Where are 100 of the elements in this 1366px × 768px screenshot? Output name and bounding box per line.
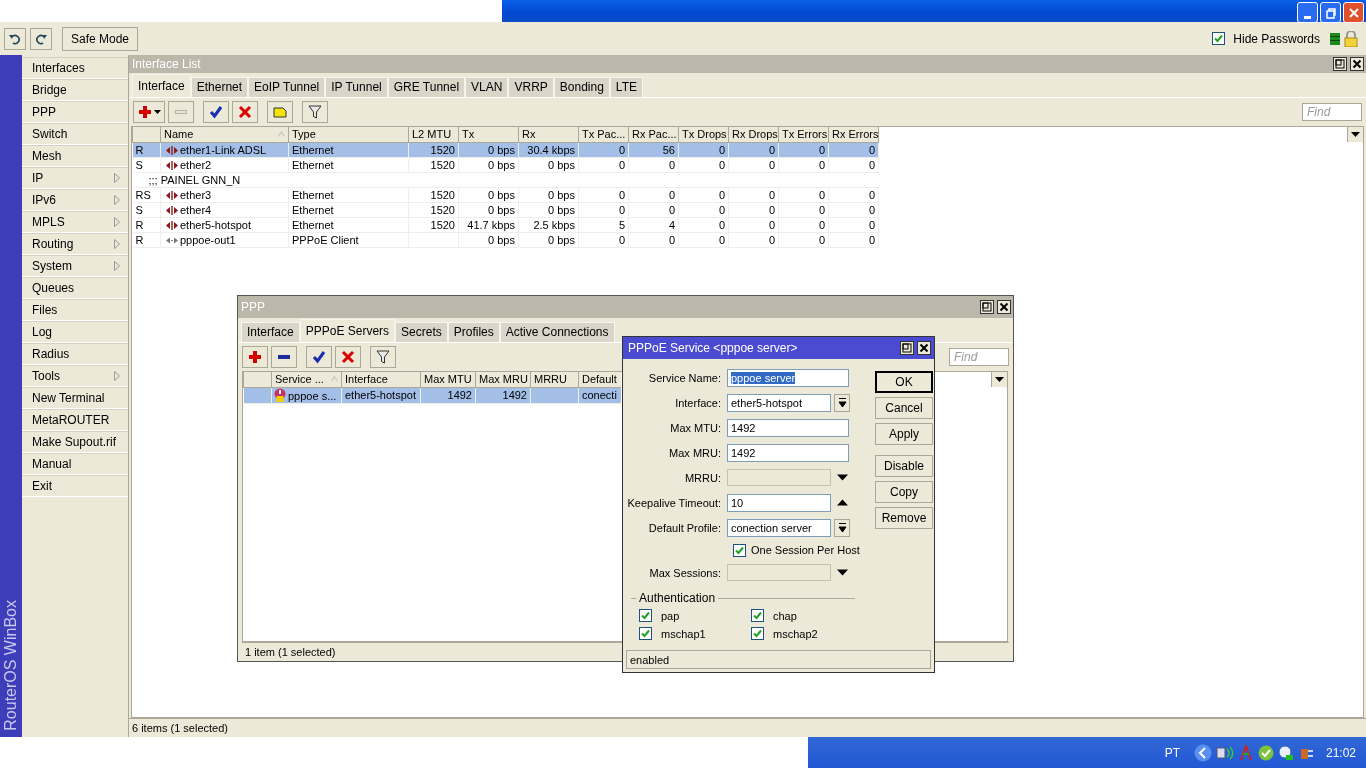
- down-arrow-bar-icon[interactable]: [837, 397, 847, 408]
- dialog-button[interactable]: Remove: [875, 507, 933, 529]
- add-button[interactable]: [242, 346, 268, 368]
- menu-item[interactable]: PPP: [22, 101, 128, 123]
- column-chooser-button[interactable]: [1347, 127, 1363, 142]
- tab[interactable]: PPPoE Servers: [299, 319, 396, 342]
- enable-button[interactable]: [203, 101, 229, 123]
- down-arrow-icon[interactable]: [837, 569, 848, 576]
- cross-icon[interactable]: [238, 105, 252, 119]
- column-header[interactable]: Rx Errors: [828, 127, 879, 142]
- tab[interactable]: Interface: [241, 322, 300, 342]
- chevron-circle-icon[interactable]: [1193, 743, 1212, 762]
- menu-item[interactable]: Log: [22, 321, 128, 343]
- up-arrow-icon[interactable]: [837, 499, 848, 506]
- column-header[interactable]: Max MTU: [420, 372, 476, 387]
- remove-button[interactable]: [271, 346, 297, 368]
- monitor-signal-icon[interactable]: [1215, 744, 1234, 761]
- menu-item[interactable]: Switch: [22, 123, 128, 145]
- tab[interactable]: GRE Tunnel: [387, 77, 466, 97]
- menu-item[interactable]: Tools: [22, 365, 128, 387]
- menu-item[interactable]: IP: [22, 167, 128, 189]
- disable-button[interactable]: [335, 346, 361, 368]
- dialog-button[interactable]: OK: [875, 371, 933, 393]
- plus-icon[interactable]: [248, 350, 262, 364]
- menu-item[interactable]: System: [22, 255, 128, 277]
- caret-icon[interactable]: [153, 110, 161, 114]
- menu-item[interactable]: MPLS: [22, 211, 128, 233]
- filter-button[interactable]: [302, 101, 328, 123]
- column-header[interactable]: Rx Drops: [728, 127, 779, 142]
- check-circle-icon[interactable]: [1257, 744, 1274, 761]
- column-header[interactable]: Interface: [341, 372, 421, 387]
- menu-item[interactable]: Bridge: [22, 79, 128, 101]
- tab[interactable]: EoIP Tunnel: [248, 77, 326, 97]
- text-field[interactable]: 1492: [727, 443, 849, 462]
- dialog-button[interactable]: Cancel: [875, 397, 933, 419]
- caret-icon[interactable]: [995, 377, 1004, 382]
- menu-item[interactable]: Queues: [22, 277, 128, 299]
- language-indicator[interactable]: PT: [1164, 745, 1180, 760]
- filter-icon[interactable]: [308, 105, 322, 119]
- column-header[interactable]: Rx Pac...: [628, 127, 679, 142]
- column-header[interactable]: Tx Drops: [678, 127, 729, 142]
- dropdown-button[interactable]: [834, 393, 850, 412]
- number-field[interactable]: 10: [727, 493, 831, 512]
- add-button[interactable]: [133, 101, 165, 123]
- menu-item[interactable]: Radius: [22, 343, 128, 365]
- caret-icon[interactable]: [1351, 132, 1360, 137]
- column-header[interactable]: Tx Errors: [778, 127, 829, 142]
- tab[interactable]: VRRP: [508, 77, 554, 97]
- column-header[interactable]: Tx: [458, 127, 519, 142]
- column-header[interactable]: Type: [288, 127, 409, 142]
- undo-icon[interactable]: [9, 32, 21, 45]
- checkbox[interactable]: [639, 627, 652, 640]
- dialog-button[interactable]: Copy: [875, 481, 933, 503]
- plus-icon[interactable]: [137, 105, 152, 119]
- menu-item[interactable]: Routing: [22, 233, 128, 255]
- text-field[interactable]: 1492: [727, 418, 849, 437]
- enable-button[interactable]: [306, 346, 332, 368]
- tab[interactable]: LTE: [609, 77, 643, 97]
- column-header[interactable]: L2 MTU: [408, 127, 459, 142]
- checkbox[interactable]: [751, 627, 764, 640]
- column-chooser-button[interactable]: [991, 372, 1007, 387]
- menu-item[interactable]: New Terminal: [22, 387, 128, 409]
- dropdown-field[interactable]: ether5-hotspot: [727, 393, 831, 412]
- menu-item[interactable]: Mesh: [22, 145, 128, 167]
- safe-mode-button[interactable]: Safe Mode: [62, 26, 139, 51]
- note-icon[interactable]: [273, 105, 287, 119]
- dropdown-button[interactable]: [834, 518, 850, 537]
- down-arrow-icon[interactable]: [837, 474, 848, 481]
- dialog-button[interactable]: Apply: [875, 423, 933, 445]
- tab[interactable]: Ethernet: [190, 77, 249, 97]
- redo-icon[interactable]: [35, 32, 47, 45]
- tab[interactable]: IP Tunnel: [325, 77, 388, 97]
- checkbox[interactable]: [1212, 32, 1226, 45]
- column-header[interactable]: Default: [578, 372, 621, 387]
- tab[interactable]: Bonding: [553, 77, 610, 97]
- down-arrow-bar-icon[interactable]: [837, 522, 847, 533]
- checkbox[interactable]: [733, 543, 746, 557]
- tab[interactable]: VLAN: [465, 77, 509, 97]
- dialog-button[interactable]: Disable: [875, 455, 933, 477]
- tab[interactable]: Interface: [132, 74, 191, 97]
- column-header[interactable]: Tx Pac...: [578, 127, 629, 142]
- checkbox[interactable]: [751, 609, 764, 622]
- menu-item[interactable]: Make Supout.rif: [22, 431, 128, 453]
- menu-item[interactable]: Files: [22, 299, 128, 321]
- filter-button[interactable]: [370, 346, 396, 368]
- checkbox[interactable]: [639, 609, 652, 622]
- column-header[interactable]: MRRU: [530, 372, 579, 387]
- filter-icon[interactable]: [376, 350, 390, 364]
- checkmark-icon[interactable]: [209, 105, 223, 119]
- dropdown-field[interactable]: conection server: [727, 518, 831, 537]
- tab[interactable]: Secrets: [395, 322, 448, 342]
- menu-item[interactable]: Exit: [22, 475, 128, 497]
- cross-icon[interactable]: [341, 350, 355, 364]
- undo-button[interactable]: [4, 27, 26, 50]
- tab[interactable]: Profiles: [447, 322, 500, 342]
- comment-button[interactable]: [267, 101, 293, 123]
- disable-button[interactable]: [232, 101, 258, 123]
- checkmark-icon[interactable]: [312, 350, 326, 364]
- column-header[interactable]: Rx: [518, 127, 579, 142]
- redo-button[interactable]: [30, 27, 52, 50]
